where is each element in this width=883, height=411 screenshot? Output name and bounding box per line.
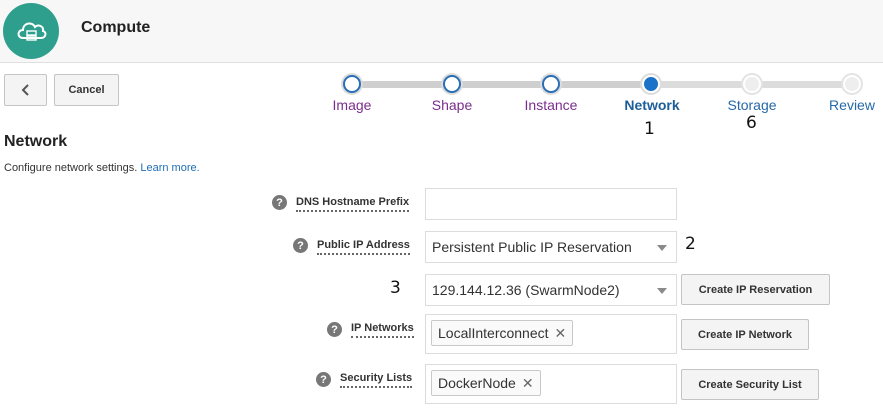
public-ip-value: Persistent Public IP Reservation [432, 239, 632, 255]
remove-icon[interactable]: ✕ [522, 375, 534, 392]
dns-hostname-input[interactable] [425, 188, 677, 220]
annotation-6: 6 [746, 113, 757, 133]
description-text: Configure network settings. [4, 162, 138, 174]
train-label-shape[interactable]: Shape [432, 97, 472, 113]
ip-network-chip[interactable]: LocalInterconnect ✕ [431, 320, 574, 346]
ip-networks-label: IP Networks [351, 322, 414, 338]
train-label-storage[interactable]: Storage [727, 97, 776, 113]
create-ip-reservation-button[interactable]: Create IP Reservation [681, 274, 830, 305]
security-lists-label: Security Lists [340, 372, 413, 388]
train-label-instance[interactable]: Instance [525, 97, 578, 113]
ip-reservation-value: 129.144.12.36 (SwarmNode2) [432, 282, 620, 298]
train-stop-shape[interactable] [443, 75, 461, 93]
annotation-3: 3 [390, 278, 401, 298]
train-stop-instance[interactable] [542, 75, 560, 93]
ip-reservation-select[interactable]: 129.144.12.36 (SwarmNode2) [425, 274, 677, 306]
create-security-list-button[interactable]: Create Security List [681, 369, 819, 400]
ip-network-chip-label: LocalInterconnect [438, 325, 549, 341]
app-title: Compute [81, 19, 151, 36]
cancel-button[interactable]: Cancel [54, 74, 119, 106]
create-ip-network-button[interactable]: Create IP Network [681, 319, 809, 350]
train-label-network[interactable]: Network [624, 97, 679, 113]
security-list-chip-label: DockerNode [438, 375, 516, 391]
train-stop-image[interactable] [343, 75, 361, 93]
chevron-down-icon [657, 288, 667, 294]
public-ip-select[interactable]: Persistent Public IP Reservation [425, 231, 677, 263]
train-label-image[interactable]: Image [333, 97, 372, 113]
section-description: Configure network settings. Learn more. [4, 162, 200, 174]
dns-hostname-label: DNS Hostname Prefix [296, 196, 410, 212]
chevron-left-icon [21, 84, 29, 96]
train-stop-storage[interactable] [743, 75, 761, 93]
back-button[interactable] [4, 74, 47, 106]
learn-more-link[interactable]: Learn more. [140, 162, 199, 174]
help-icon[interactable]: ? [316, 372, 331, 387]
train-stop-review[interactable] [843, 75, 861, 93]
annotation-2: 2 [685, 234, 696, 254]
annotation-1: 1 [644, 119, 655, 139]
security-list-chip[interactable]: DockerNode ✕ [431, 370, 541, 396]
public-ip-label: Public IP Address [317, 239, 410, 255]
cloud-server-icon [3, 3, 59, 59]
remove-icon[interactable]: ✕ [555, 325, 567, 342]
chevron-down-icon [657, 245, 667, 251]
app-header: Compute [0, 0, 883, 63]
section-title: Network [4, 133, 68, 150]
train-track-completed [352, 81, 652, 88]
help-icon[interactable]: ? [293, 238, 308, 253]
ip-networks-input[interactable]: LocalInterconnect ✕ [425, 314, 677, 354]
train-label-review[interactable]: Review [829, 97, 875, 113]
help-icon[interactable]: ? [327, 322, 342, 337]
security-lists-input[interactable]: DockerNode ✕ [425, 364, 677, 404]
help-icon[interactable]: ? [272, 195, 287, 210]
train-stop-network[interactable] [642, 75, 660, 93]
